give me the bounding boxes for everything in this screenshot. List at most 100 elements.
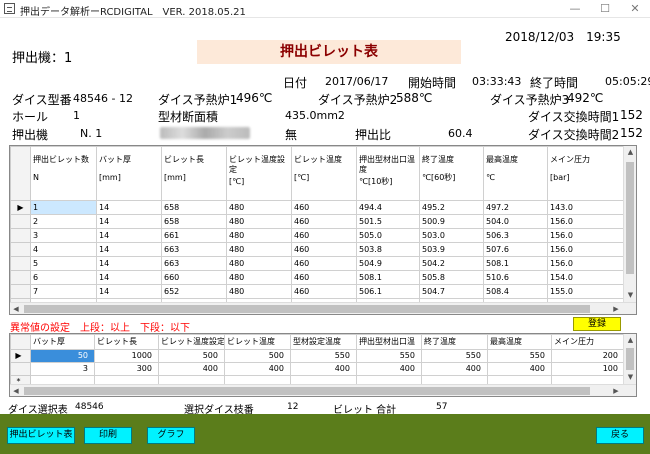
limits-grid-horizontal-scrollbar[interactable]: ◀ ▶ xyxy=(10,384,636,396)
table-cell[interactable]: 508.1 xyxy=(356,270,420,285)
table-cell[interactable]: 504.7 xyxy=(419,284,484,299)
table-cell[interactable]: 155.0 xyxy=(547,284,625,299)
scroll-up-arrow-icon[interactable]: ▲ xyxy=(624,334,636,347)
col-header-max-temp[interactable]: 最高温度 ℃ xyxy=(483,146,548,201)
col-header-butt-thickness[interactable]: バット厚 [mm] xyxy=(96,146,162,201)
table-cell[interactable]: 460 xyxy=(291,256,357,271)
limit-cell[interactable]: 500 xyxy=(224,349,291,363)
limit-cell[interactable]: 550 xyxy=(356,349,422,363)
col-header-billet-length[interactable]: ビレット長 [mm] xyxy=(161,146,227,201)
limit-cell[interactable]: 400 xyxy=(224,362,291,376)
table-cell[interactable]: 497.2 xyxy=(483,200,548,215)
scroll-down-arrow-icon[interactable]: ▼ xyxy=(624,371,636,384)
billet-grid-vertical-scrollbar[interactable]: ▲ ▼ xyxy=(623,146,636,302)
limit-cell[interactable]: 200 xyxy=(551,349,625,363)
table-row[interactable]: 7 14 652 480 460 506.1 504.7 508.4 155.0 xyxy=(10,284,625,299)
table-cell[interactable]: 14 xyxy=(96,214,162,229)
table-cell[interactable]: 6 xyxy=(30,270,97,285)
limit-cell[interactable]: 1000 xyxy=(94,349,159,363)
table-cell[interactable]: 143.0 xyxy=(547,200,625,215)
limit-cell[interactable]: 550 xyxy=(421,349,488,363)
table-cell[interactable]: 503.9 xyxy=(419,242,484,257)
table-cell[interactable]: 658 xyxy=(161,214,227,229)
table-cell[interactable]: 460 xyxy=(291,214,357,229)
limit-cell[interactable]: 400 xyxy=(356,362,422,376)
row-header[interactable] xyxy=(10,214,31,229)
table-cell[interactable]: 507.6 xyxy=(483,242,548,257)
table-cell[interactable]: 503.8 xyxy=(356,242,420,257)
table-cell[interactable]: 658 xyxy=(161,200,227,215)
table-cell[interactable]: 495.2 xyxy=(419,200,484,215)
table-cell[interactable]: 506.1 xyxy=(356,284,420,299)
col-header-end-temp[interactable]: 終了温度 ℃[60秒] xyxy=(419,146,484,201)
row-header[interactable] xyxy=(10,228,31,243)
table-cell[interactable]: 14 xyxy=(96,256,162,271)
table-cell[interactable]: 501.5 xyxy=(356,214,420,229)
scroll-right-arrow-icon[interactable]: ▶ xyxy=(610,385,622,396)
limit-col-header[interactable]: 最高温度 xyxy=(487,334,552,350)
table-cell[interactable]: 7 xyxy=(30,284,97,299)
limit-cell[interactable]: 400 xyxy=(487,362,552,376)
col-header-billet-temp-setting[interactable]: ビレット温度設定 [℃] xyxy=(226,146,292,201)
table-row[interactable]: 5 14 663 480 460 504.9 504.2 508.1 156.0 xyxy=(10,256,625,271)
limit-col-header[interactable]: 終了温度 xyxy=(421,334,488,350)
table-cell[interactable]: 480 xyxy=(226,270,292,285)
table-cell-selected[interactable]: 1 xyxy=(30,200,97,215)
graph-button[interactable]: グラフ xyxy=(147,427,195,444)
billet-grid-horizontal-scrollbar[interactable]: ◀ ▶ xyxy=(10,302,636,314)
table-cell[interactable]: 661 xyxy=(161,228,227,243)
table-cell[interactable]: 663 xyxy=(161,242,227,257)
row-header[interactable] xyxy=(10,362,31,376)
table-cell[interactable]: 156.0 xyxy=(547,256,625,271)
table-cell[interactable]: 156.0 xyxy=(547,214,625,229)
limit-cell[interactable]: 550 xyxy=(487,349,552,363)
limit-cell[interactable]: 400 xyxy=(421,362,488,376)
limit-col-header[interactable]: 型材設定温度 xyxy=(290,334,357,350)
limit-col-header[interactable]: ビレット温度 xyxy=(224,334,291,350)
table-cell[interactable]: 505.0 xyxy=(356,228,420,243)
scroll-thumb[interactable] xyxy=(626,348,634,370)
limit-row-lower[interactable]: 3 300 400 400 400 400 400 400 100 xyxy=(10,362,625,376)
table-cell[interactable]: 506.3 xyxy=(483,228,548,243)
col-header-billet-temp[interactable]: ビレット温度 [℃] xyxy=(291,146,357,201)
limits-grid[interactable]: バット厚 ビレット長 ビレット温度設定 ビレット温度 型材設定温度 押出型材出口… xyxy=(9,333,637,397)
table-cell[interactable]: 156.0 xyxy=(547,228,625,243)
table-cell[interactable]: 480 xyxy=(226,228,292,243)
table-cell[interactable]: 460 xyxy=(291,228,357,243)
col-header-billet-count[interactable]: 押出ビレット数 N xyxy=(30,146,97,201)
table-row[interactable]: 4 14 663 480 460 503.8 503.9 507.6 156.0 xyxy=(10,242,625,257)
table-cell[interactable]: 14 xyxy=(96,228,162,243)
scroll-down-arrow-icon[interactable]: ▼ xyxy=(624,289,636,302)
table-cell[interactable]: 480 xyxy=(226,214,292,229)
scroll-up-arrow-icon[interactable]: ▲ xyxy=(624,146,636,159)
table-cell[interactable]: 14 xyxy=(96,242,162,257)
row-header[interactable] xyxy=(10,242,31,257)
table-cell[interactable]: 660 xyxy=(161,270,227,285)
table-cell[interactable]: 504.0 xyxy=(483,214,548,229)
limit-col-header[interactable]: ビレット温度設定 xyxy=(158,334,225,350)
table-cell[interactable]: 480 xyxy=(226,284,292,299)
limit-col-header[interactable]: メイン圧力 xyxy=(551,334,625,350)
scroll-right-arrow-icon[interactable]: ▶ xyxy=(610,303,622,314)
table-cell[interactable]: 460 xyxy=(291,284,357,299)
limit-cell-selected[interactable]: 50 xyxy=(30,349,95,363)
billet-data-grid[interactable]: 押出ビレット数 N バット厚 [mm] ビレット長 [mm] ビレット温度設定 [℃] … xyxy=(9,145,637,315)
limit-col-header[interactable]: バット厚 xyxy=(30,334,95,350)
table-cell[interactable]: 494.4 xyxy=(356,200,420,215)
table-cell[interactable]: 5 xyxy=(30,256,97,271)
limit-col-header[interactable]: 押出型材出口温 xyxy=(356,334,422,350)
table-cell[interactable]: 480 xyxy=(226,200,292,215)
limit-cell[interactable]: 3 xyxy=(30,362,95,376)
table-cell[interactable]: 652 xyxy=(161,284,227,299)
table-cell[interactable]: 14 xyxy=(96,200,162,215)
table-cell[interactable]: 663 xyxy=(161,256,227,271)
table-cell[interactable]: 156.0 xyxy=(547,242,625,257)
scroll-thumb[interactable] xyxy=(24,305,590,313)
table-cell[interactable]: 508.1 xyxy=(483,256,548,271)
minimize-button[interactable]: — xyxy=(560,0,590,18)
row-header[interactable] xyxy=(10,270,31,285)
table-cell[interactable]: 14 xyxy=(96,270,162,285)
limit-cell[interactable]: 400 xyxy=(290,362,357,376)
table-row[interactable]: ▶ 1 14 658 480 460 494.4 495.2 497.2 143… xyxy=(10,200,625,215)
scroll-left-arrow-icon[interactable]: ◀ xyxy=(10,385,22,396)
